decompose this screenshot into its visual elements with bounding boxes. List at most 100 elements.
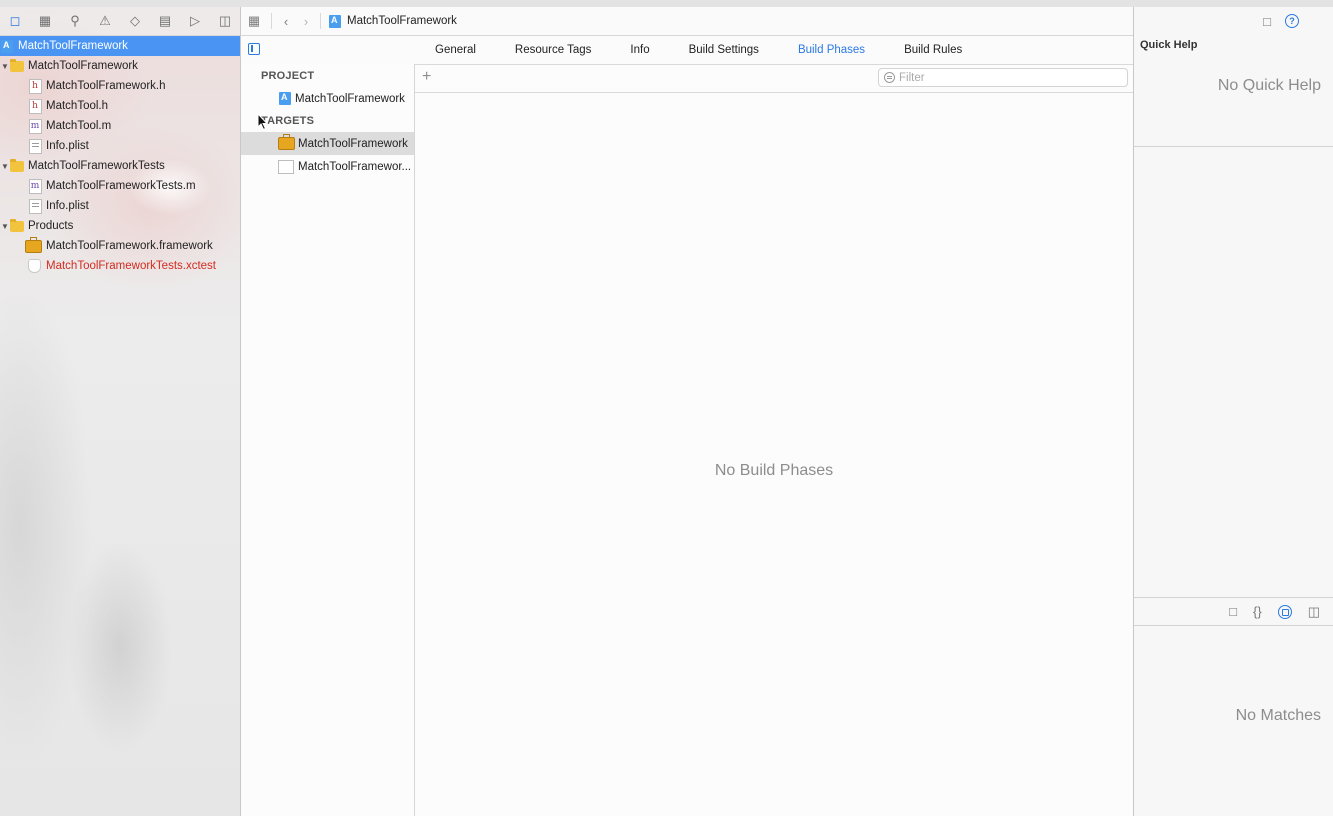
plist-file-icon	[28, 138, 42, 154]
tree-item-file[interactable]: h MatchToolFramework.h	[0, 76, 240, 96]
project-list-item-label: MatchToolFramework	[295, 92, 405, 105]
quick-help-title: Quick Help	[1140, 39, 1198, 51]
report-icon[interactable]: ◫	[210, 7, 240, 35]
back-icon[interactable]: ‹	[276, 7, 296, 35]
tree-item-file[interactable]: Info.plist	[0, 136, 240, 156]
filter-field[interactable]	[878, 68, 1128, 87]
project-editor: ▦ ‹ › MatchToolFramework General Resourc…	[241, 7, 1133, 816]
objc-file-icon: m	[28, 118, 42, 134]
tree-item-label: MatchToolFramework.framework	[46, 240, 213, 252]
header-file-icon: h	[28, 98, 42, 114]
library-toolbar: □ {} ◫	[1134, 597, 1333, 626]
objc-file-icon: m	[28, 178, 42, 194]
target-list-item-label: MatchToolFramewor...	[298, 160, 412, 173]
warning-icon[interactable]: ⚠	[90, 7, 120, 35]
build-phases-toolbar: +	[415, 64, 1133, 93]
empty-build-phases-message: No Build Phases	[714, 462, 834, 479]
tree-item-group[interactable]: ▼ Products	[0, 216, 240, 236]
quick-help-empty-message: No Quick Help	[1217, 77, 1321, 94]
disclosure-triangle-icon[interactable]: ▼	[0, 62, 10, 71]
navigator-toolbar: ◻ ▦ ⚲ ⚠ ◇ ▤ ▷ ◫	[0, 7, 240, 36]
tree-item-label: Info.plist	[46, 200, 89, 212]
tree-item-group[interactable]: ▼ MatchToolFrameworkTests	[0, 156, 240, 176]
sidebar-toggle-icon[interactable]	[248, 43, 260, 55]
tree-item-file[interactable]: m MatchToolFrameworkTests.m	[0, 176, 240, 196]
inspector-toolbar: □ ?	[1134, 7, 1333, 35]
tree-item-file-missing[interactable]: MatchToolFrameworkTests.xctest	[0, 256, 240, 276]
filter-input[interactable]	[899, 71, 1099, 84]
search-icon[interactable]: ⚲	[60, 7, 90, 35]
tree-item-label: MatchToolFrameworkTests	[28, 160, 165, 172]
divider	[320, 13, 321, 29]
editor-tab-bar: General Resource Tags Info Build Setting…	[241, 36, 1133, 65]
targets-section-header: TARGETS	[261, 115, 315, 127]
library-empty-message: No Matches	[1235, 707, 1321, 724]
tree-item-label: MatchToolFramework	[18, 40, 128, 52]
disclosure-triangle-icon[interactable]: ▼	[0, 222, 10, 231]
folder-icon[interactable]: ◻	[0, 7, 30, 35]
tab-build-rules[interactable]: Build Rules	[904, 44, 962, 56]
breadcrumb-label: MatchToolFramework	[347, 15, 457, 27]
folder-icon	[10, 158, 24, 172]
related-items-icon[interactable]: ▦	[241, 7, 267, 35]
tree-item-label: Products	[28, 220, 74, 232]
add-build-phase-button[interactable]: +	[422, 68, 431, 86]
framework-icon	[278, 134, 295, 150]
file-template-icon[interactable]: □	[1229, 604, 1237, 619]
target-list-item[interactable]: MatchToolFramework	[241, 132, 414, 155]
tree-item-label: MatchToolFrameworkTests.m	[46, 180, 196, 192]
tree-item-label: MatchToolFramework.h	[46, 80, 166, 92]
tab-info[interactable]: Info	[630, 44, 649, 56]
media-library-icon[interactable]: ◫	[1308, 604, 1320, 620]
test-diamond-icon[interactable]: ◇	[120, 7, 150, 35]
tree-item-file[interactable]: Info.plist	[0, 196, 240, 216]
tab-build-phases[interactable]: Build Phases	[798, 44, 865, 56]
tab-build-settings[interactable]: Build Settings	[689, 44, 759, 56]
breakpoint-icon[interactable]: ▷	[180, 7, 210, 35]
target-list-item-label: MatchToolFramework	[298, 137, 408, 150]
disclosure-triangle-icon[interactable]: ▼	[0, 162, 10, 171]
editor-tabs: General Resource Tags Info Build Setting…	[435, 36, 1001, 64]
tree-item-label: Info.plist	[46, 140, 89, 152]
inspector-pane: □ ? Quick Help No Quick Help □ {} ◫ No M…	[1133, 7, 1333, 816]
hierarchy-icon[interactable]: ▦	[30, 7, 60, 35]
forward-icon[interactable]: ›	[296, 7, 316, 35]
folder-icon	[10, 58, 24, 72]
xctest-icon	[27, 259, 41, 273]
file-inspector-icon[interactable]: □	[1263, 14, 1271, 29]
filter-icon	[884, 72, 895, 83]
tree-item-file[interactable]: MatchToolFramework.framework	[0, 236, 240, 256]
folder-icon	[10, 218, 24, 232]
tree-item-label: MatchTool.h	[46, 100, 109, 112]
tree-item-label: MatchToolFramework	[28, 60, 138, 72]
test-target-icon	[278, 159, 294, 174]
project-list-item[interactable]: MatchToolFramework	[241, 87, 414, 110]
code-snippet-icon[interactable]: {}	[1253, 604, 1262, 619]
build-phases-pane: + No Build Phases	[415, 64, 1133, 816]
debug-icon[interactable]: ▤	[150, 7, 180, 35]
project-section-header: PROJECT	[261, 70, 315, 82]
header-file-icon: h	[28, 78, 42, 94]
target-list-item[interactable]: MatchToolFramewor...	[241, 155, 414, 178]
tree-item-file[interactable]: h MatchTool.h	[0, 96, 240, 116]
plist-file-icon	[28, 198, 42, 214]
project-navigator: ◻ ▦ ⚲ ⚠ ◇ ▤ ▷ ◫ MatchToolFramework ▼ Mat…	[0, 7, 241, 816]
tree-item-group[interactable]: ▼ MatchToolFramework	[0, 56, 240, 76]
tab-general[interactable]: General	[435, 44, 476, 56]
project-icon	[279, 92, 291, 105]
project-icon	[329, 14, 341, 28]
object-library-icon[interactable]	[1277, 604, 1292, 619]
framework-icon	[24, 236, 42, 253]
file-tree: MatchToolFramework ▼ MatchToolFramework …	[0, 36, 240, 276]
jump-bar: ▦ ‹ › MatchToolFramework	[241, 7, 1133, 36]
window-top-strip	[0, 0, 1333, 7]
breadcrumb[interactable]: MatchToolFramework	[329, 14, 457, 28]
divider	[271, 13, 272, 29]
tree-item-label: MatchToolFrameworkTests.xctest	[46, 260, 216, 272]
tab-resource-tags[interactable]: Resource Tags	[515, 44, 592, 56]
quick-help-icon[interactable]: ?	[1285, 14, 1299, 28]
project-icon	[1, 39, 13, 53]
tree-item-file[interactable]: m MatchTool.m	[0, 116, 240, 136]
tree-item-label: MatchTool.m	[46, 120, 112, 132]
tree-item-project[interactable]: MatchToolFramework	[0, 36, 240, 56]
